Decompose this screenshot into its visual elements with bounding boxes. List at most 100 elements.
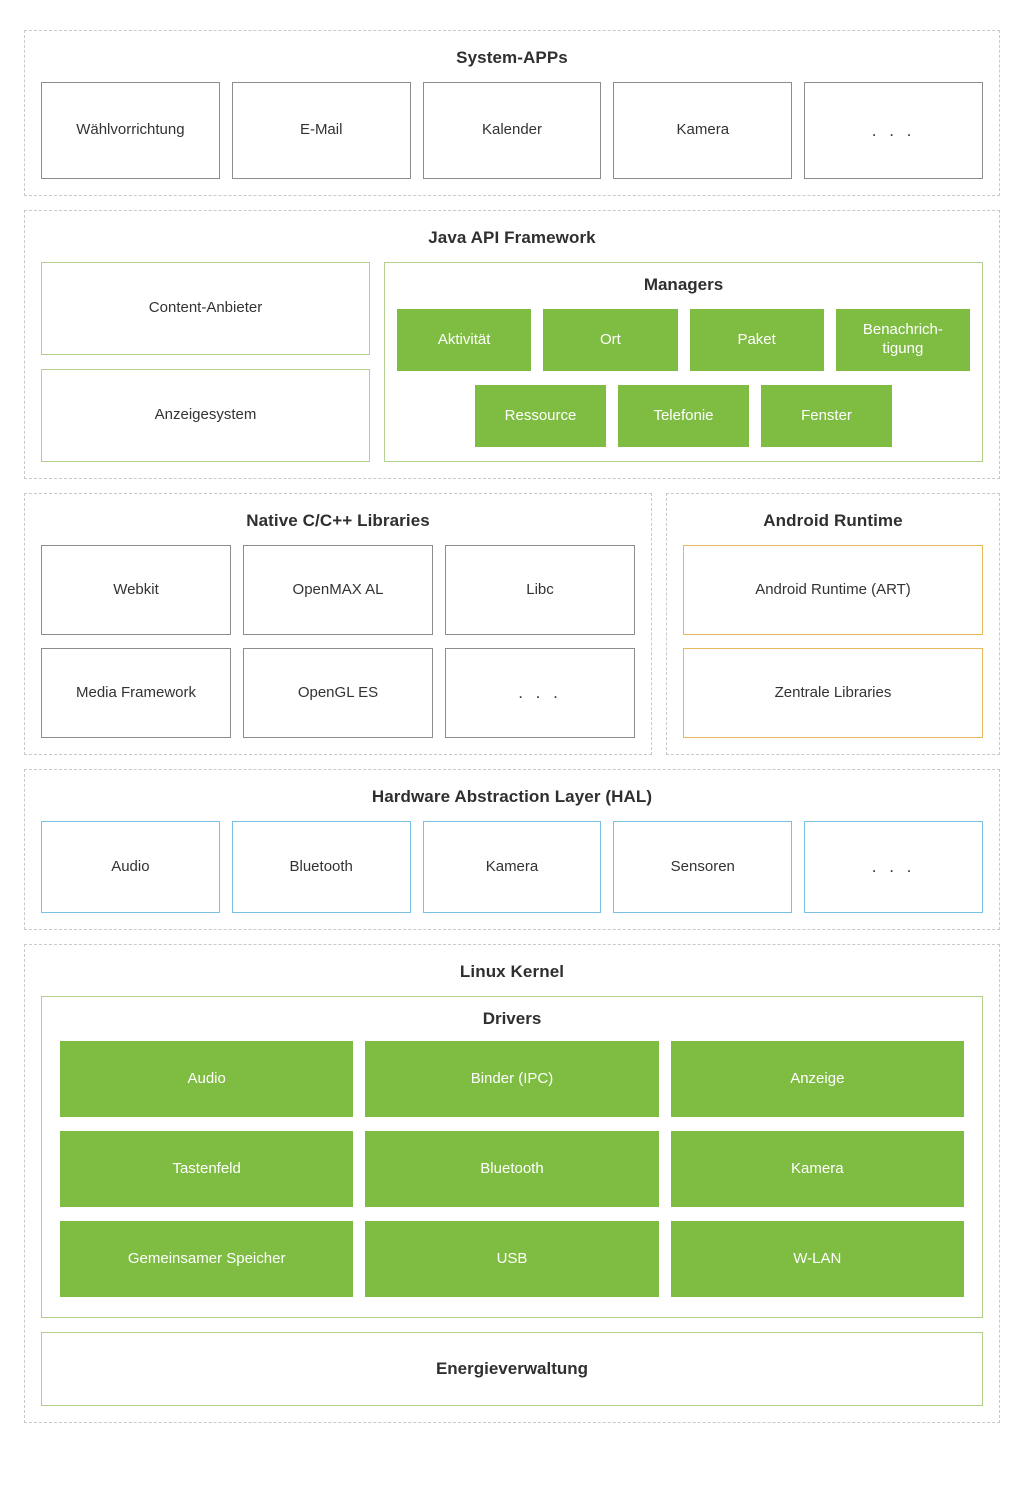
native-library-box-media-framework[interactable]: Media Framework bbox=[41, 648, 231, 738]
driver-label: Bluetooth bbox=[480, 1159, 544, 1177]
driver-label: W-LAN bbox=[793, 1249, 842, 1267]
driver-box-camera[interactable]: Kamera bbox=[670, 1131, 964, 1207]
hal-label: Kamera bbox=[485, 857, 539, 875]
manager-box-resource[interactable]: Ressource bbox=[475, 385, 606, 447]
drivers-row-2: Tastenfeld Bluetooth Kamera bbox=[60, 1131, 964, 1207]
driver-label: Tastenfeld bbox=[172, 1159, 241, 1177]
driver-box-shared-memory[interactable]: Gemeinsamer Speicher bbox=[60, 1221, 354, 1297]
managers-row-2: Ressource Telefonie Fenster bbox=[397, 385, 970, 447]
layer-title-native-libraries: Native C/C++ Libraries bbox=[246, 511, 430, 530]
driver-box-display[interactable]: Anzeige bbox=[670, 1041, 964, 1117]
layer-title-java-api-framework: Java API Framework bbox=[428, 228, 596, 247]
managers-title: Managers bbox=[643, 275, 724, 294]
drivers-row-3: Gemeinsamer Speicher USB W-LAN bbox=[60, 1221, 964, 1297]
layer-linux-kernel: Linux Kernel Drivers Audio Binder (IPC) … bbox=[24, 944, 1000, 1423]
system-app-label: Wählvorrichtung bbox=[76, 121, 185, 139]
manager-label: Ressource bbox=[504, 406, 577, 424]
power-management-label: Energieverwaltung bbox=[435, 1359, 589, 1378]
hal-box-more[interactable]: . . . bbox=[804, 821, 983, 913]
layer-system-apps: System-APPs Wählvorrichtung E-Mail Kalen… bbox=[24, 30, 1000, 196]
layer-native-libraries: Native C/C++ Libraries Webkit OpenMAX AL… bbox=[24, 493, 652, 755]
android-runtime-label: Zentrale Libraries bbox=[774, 683, 892, 701]
java-framework-left-column: Content-Anbieter Anzeigesystem bbox=[41, 262, 370, 462]
system-app-box[interactable]: Kalender bbox=[422, 82, 602, 179]
driver-box-audio[interactable]: Audio bbox=[60, 1041, 354, 1117]
driver-label: Gemeinsamer Speicher bbox=[127, 1249, 286, 1267]
java-framework-label: Content-Anbieter bbox=[148, 299, 263, 317]
system-app-box[interactable]: Wählvorrichtung bbox=[41, 82, 220, 179]
java-framework-box-content-provider[interactable]: Content-Anbieter bbox=[41, 262, 370, 355]
drivers-row-1: Audio Binder (IPC) Anzeige bbox=[60, 1041, 964, 1117]
layer-hardware-abstraction: Hardware Abstraction Layer (HAL) Audio B… bbox=[24, 769, 1000, 930]
hal-row: Audio Bluetooth Kamera Sensoren . . . bbox=[41, 821, 983, 913]
managers-row-1: Aktivität Ort Paket Benachrich- tigung bbox=[397, 309, 970, 371]
managers-panel: Managers Aktivität Ort Paket Benachrich-… bbox=[384, 262, 983, 462]
system-app-box-more[interactable]: . . . bbox=[804, 82, 983, 179]
hal-label: Sensoren bbox=[670, 857, 735, 875]
native-library-label: Webkit bbox=[113, 580, 159, 598]
native-library-label: OpenGL ES bbox=[297, 683, 379, 701]
java-framework-label: Anzeigesystem bbox=[154, 406, 257, 424]
hal-box-camera[interactable]: Kamera bbox=[422, 821, 602, 913]
native-libraries-row-1: Webkit OpenMAX AL Libc bbox=[41, 545, 635, 635]
layer-title-android-runtime: Android Runtime bbox=[763, 511, 903, 530]
driver-box-binder-ipc[interactable]: Binder (IPC) bbox=[365, 1041, 659, 1117]
native-and-runtime-strip: Native C/C++ Libraries Webkit OpenMAX AL… bbox=[24, 493, 1000, 755]
native-libraries-row-2: Media Framework OpenGL ES . . . bbox=[41, 648, 635, 738]
android-runtime-box-core-libraries[interactable]: Zentrale Libraries bbox=[683, 648, 983, 738]
drivers-panel: Drivers Audio Binder (IPC) Anzeige Taste… bbox=[41, 996, 983, 1318]
system-app-box[interactable]: E-Mail bbox=[231, 82, 411, 179]
java-framework-columns: Content-Anbieter Anzeigesystem Managers … bbox=[41, 262, 983, 462]
hal-box-bluetooth[interactable]: Bluetooth bbox=[231, 821, 411, 913]
manager-box-package[interactable]: Paket bbox=[689, 309, 824, 371]
manager-box-notification[interactable]: Benachrich- tigung bbox=[835, 309, 970, 371]
native-library-box-libc[interactable]: Libc bbox=[445, 545, 635, 635]
native-library-label: Libc bbox=[526, 580, 554, 598]
system-app-box[interactable]: Kamera bbox=[613, 82, 793, 179]
hal-box-sensors[interactable]: Sensoren bbox=[613, 821, 793, 913]
system-app-label: E-Mail bbox=[299, 121, 343, 139]
manager-label: Paket bbox=[737, 330, 776, 348]
native-library-box-more[interactable]: . . . bbox=[445, 648, 635, 738]
hal-box-audio[interactable]: Audio bbox=[41, 821, 220, 913]
driver-box-bluetooth[interactable]: Bluetooth bbox=[365, 1131, 659, 1207]
system-app-label: Kalender bbox=[481, 121, 543, 139]
android-runtime-label: Android Runtime (ART) bbox=[755, 580, 911, 598]
native-library-box-openmax-al[interactable]: OpenMAX AL bbox=[243, 545, 433, 635]
layer-title-hal: Hardware Abstraction Layer (HAL) bbox=[371, 787, 653, 806]
driver-box-usb[interactable]: USB bbox=[365, 1221, 659, 1297]
ellipsis-icon: . . . bbox=[871, 857, 916, 877]
native-library-label: Media Framework bbox=[75, 683, 197, 701]
layer-android-runtime: Android Runtime Android Runtime (ART) Ze… bbox=[666, 493, 1000, 755]
native-library-box-opengl-es[interactable]: OpenGL ES bbox=[243, 648, 433, 738]
manager-label: Benachrich- tigung bbox=[862, 321, 943, 357]
hal-label: Audio bbox=[111, 857, 150, 875]
android-architecture-diagram: System-APPs Wählvorrichtung E-Mail Kalen… bbox=[0, 0, 1024, 1492]
manager-label: Telefonie bbox=[653, 406, 714, 424]
hal-label: Bluetooth bbox=[289, 857, 353, 875]
android-runtime-box-art[interactable]: Android Runtime (ART) bbox=[683, 545, 983, 635]
ellipsis-icon: . . . bbox=[871, 120, 916, 140]
java-framework-box-view-system[interactable]: Anzeigesystem bbox=[41, 369, 370, 462]
native-library-box-webkit[interactable]: Webkit bbox=[41, 545, 231, 635]
driver-label: Anzeige bbox=[790, 1069, 845, 1087]
ellipsis-icon: . . . bbox=[518, 683, 562, 703]
driver-box-wlan[interactable]: W-LAN bbox=[670, 1221, 964, 1297]
manager-label: Fenster bbox=[801, 406, 852, 424]
driver-box-keypad[interactable]: Tastenfeld bbox=[60, 1131, 354, 1207]
drivers-title: Drivers bbox=[482, 1009, 542, 1028]
manager-box-telephony[interactable]: Telefonie bbox=[618, 385, 749, 447]
manager-box-window[interactable]: Fenster bbox=[761, 385, 892, 447]
manager-box-activity[interactable]: Aktivität bbox=[397, 309, 532, 371]
manager-label: Ort bbox=[599, 330, 621, 348]
power-management-panel[interactable]: Energieverwaltung bbox=[41, 1332, 983, 1406]
driver-label: Kamera bbox=[791, 1159, 844, 1177]
layer-java-api-framework: Java API Framework Content-Anbieter Anze… bbox=[24, 210, 1000, 479]
system-app-label: Kamera bbox=[676, 121, 730, 139]
driver-label: USB bbox=[496, 1249, 528, 1267]
manager-box-location[interactable]: Ort bbox=[543, 309, 678, 371]
layer-title-system-apps: System-APPs bbox=[456, 48, 568, 67]
driver-label: Audio bbox=[187, 1069, 226, 1087]
driver-label: Binder (IPC) bbox=[470, 1069, 554, 1087]
manager-label: Aktivität bbox=[437, 330, 491, 348]
